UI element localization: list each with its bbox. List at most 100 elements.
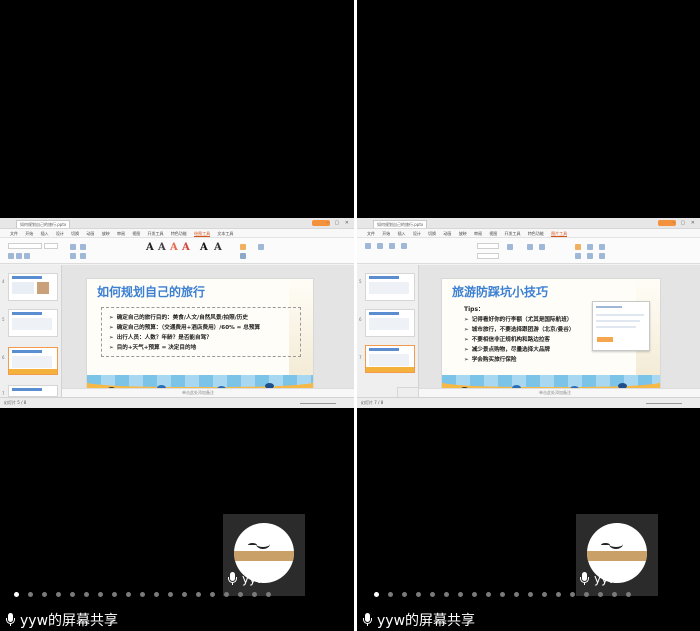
- slide-thumbnail[interactable]: [365, 309, 415, 337]
- page-dot[interactable]: [140, 591, 145, 597]
- align-icon[interactable]: [599, 244, 605, 250]
- menu-item[interactable]: 开始: [25, 231, 33, 236]
- page-dot[interactable]: [112, 591, 117, 597]
- page-dot[interactable]: [84, 591, 89, 597]
- notes-bar[interactable]: 单击此处添加备注: [419, 388, 700, 397]
- menu-item[interactable]: 文件: [10, 231, 18, 236]
- menu-item-active[interactable]: 图片工具: [551, 231, 568, 237]
- shared-screen[interactable]: 如何规划自己的旅行.pptx – ▢ ✕ 文件 开始 插入 设计 切换 动画 放…: [357, 218, 700, 408]
- crop-icon[interactable]: [377, 243, 383, 249]
- menu-item[interactable]: 放映: [102, 231, 110, 236]
- font-select[interactable]: [8, 243, 42, 249]
- page-dot[interactable]: [70, 591, 75, 597]
- page-dot[interactable]: [612, 591, 617, 597]
- underline-icon[interactable]: [24, 253, 30, 259]
- slide-thumbnail[interactable]: [8, 273, 58, 301]
- menu-item[interactable]: 视图: [132, 231, 140, 236]
- page-dot[interactable]: [416, 591, 421, 597]
- slide-thumbnail[interactable]: [8, 309, 58, 337]
- page-dot[interactable]: [388, 591, 393, 597]
- page-dot[interactable]: [238, 591, 243, 597]
- slide-bullet-list[interactable]: Tips： ➢ 记得看好你的行李额（尤其是国际航班） ➢ 城市旅行，不要选择跟团游（…: [464, 305, 574, 365]
- align-icon[interactable]: [70, 244, 76, 250]
- page-dot[interactable]: [210, 591, 215, 597]
- page-dot[interactable]: [430, 591, 435, 597]
- text-style-a-icon[interactable]: A: [214, 242, 222, 253]
- document-tab[interactable]: 如何规划自己的旅行.pptx: [373, 220, 427, 228]
- text-style-a-icon[interactable]: A: [200, 242, 208, 253]
- page-dot[interactable]: [556, 591, 561, 597]
- font-size-select[interactable]: [44, 243, 58, 249]
- menu-item[interactable]: 放映: [459, 231, 467, 236]
- page-dot[interactable]: [56, 591, 61, 597]
- page-dot[interactable]: [458, 591, 463, 597]
- menu-item[interactable]: 特色功能: [171, 231, 187, 236]
- menu-item[interactable]: 特色功能: [528, 231, 544, 236]
- zoom-slider[interactable]: [300, 403, 336, 404]
- page-dot[interactable]: [500, 591, 505, 597]
- menu-item[interactable]: 动画: [443, 231, 451, 236]
- picture-icon[interactable]: [365, 243, 371, 249]
- page-dot[interactable]: [126, 591, 131, 597]
- page-dot[interactable]: [626, 591, 631, 597]
- menu-item[interactable]: 设计: [56, 231, 64, 236]
- menu-item[interactable]: 文件: [367, 231, 375, 236]
- menu-item[interactable]: 开发工具: [505, 231, 521, 236]
- page-dot-active[interactable]: [14, 591, 19, 597]
- color-icon[interactable]: [527, 244, 533, 250]
- page-dot[interactable]: [182, 591, 187, 597]
- current-slide[interactable]: 如何规划自己的旅行 ➢ 确定自己的旅行目的：美食/人文/自然风景/拍照/历史 ➢ 确…: [86, 278, 314, 406]
- slide-thumbnail-active[interactable]: [365, 345, 415, 373]
- menu-item[interactable]: 审阅: [474, 231, 482, 236]
- menu-item[interactable]: 切换: [71, 231, 79, 236]
- text-outline-icon[interactable]: [240, 253, 246, 259]
- effects-icon[interactable]: [539, 244, 545, 250]
- page-dot[interactable]: [252, 591, 257, 597]
- slide-title[interactable]: 旅游防踩坑小技巧: [452, 283, 548, 300]
- lock-ratio-icon[interactable]: [507, 244, 513, 250]
- menu-item[interactable]: 切换: [428, 231, 436, 236]
- spacing-icon[interactable]: [80, 253, 86, 259]
- arrange-icon[interactable]: [258, 244, 264, 250]
- slide-bullet-list[interactable]: ➢ 确定自己的旅行目的：美食/人文/自然风景/拍照/历史 ➢ 确定自己的预算：（交通…: [109, 313, 260, 353]
- page-dot[interactable]: [168, 591, 173, 597]
- compress-icon[interactable]: [389, 243, 395, 249]
- menu-item[interactable]: 动画: [86, 231, 94, 236]
- menu-item[interactable]: 设计: [413, 231, 421, 236]
- menu-item[interactable]: 开发工具: [148, 231, 164, 236]
- rotate-icon[interactable]: [587, 244, 593, 250]
- text-style-a-icon[interactable]: A: [146, 242, 154, 253]
- text-style-a-icon[interactable]: A: [182, 242, 190, 253]
- list-icon[interactable]: [80, 244, 86, 250]
- menu-item[interactable]: 插入: [398, 231, 406, 236]
- slide-thumbnail[interactable]: [365, 273, 415, 301]
- slide-thumbnail-active[interactable]: [8, 347, 58, 375]
- page-dot[interactable]: [154, 591, 159, 597]
- page-dot[interactable]: [514, 591, 519, 597]
- italic-icon[interactable]: [16, 253, 22, 259]
- window-controls[interactable]: – ▢ ✕: [326, 220, 351, 226]
- page-dot[interactable]: [570, 591, 575, 597]
- menu-item[interactable]: 插入: [41, 231, 49, 236]
- menu-item[interactable]: 审阅: [117, 231, 125, 236]
- width-field[interactable]: [477, 253, 499, 259]
- text-style-a-icon[interactable]: A: [170, 242, 178, 253]
- slide-thumbnail-panel[interactable]: 4 5 6 7: [0, 265, 62, 397]
- bold-icon[interactable]: [8, 253, 14, 259]
- page-dot[interactable]: [224, 591, 229, 597]
- page-dot[interactable]: [28, 591, 33, 597]
- shared-screen[interactable]: 如何规划自己的旅行.pptx – ▢ ✕ 文件 开始 插入 设计 切换 动画 放…: [0, 218, 354, 408]
- notes-bar[interactable]: 单击此处添加备注: [62, 388, 354, 397]
- page-indicator[interactable]: [374, 590, 640, 598]
- reset-icon[interactable]: [401, 243, 407, 249]
- page-dot[interactable]: [402, 591, 407, 597]
- menu-item[interactable]: 文本工具: [217, 231, 233, 236]
- border-icon[interactable]: [575, 244, 581, 250]
- menu-item[interactable]: 视图: [489, 231, 497, 236]
- page-dot[interactable]: [472, 591, 477, 597]
- window-controls[interactable]: – ▢ ✕: [672, 220, 697, 226]
- indent-icon[interactable]: [70, 253, 76, 259]
- inserted-image[interactable]: [592, 301, 650, 351]
- page-dot[interactable]: [196, 591, 201, 597]
- current-slide[interactable]: 旅游防踩坑小技巧 Tips： ➢ 记得看好你的行李额（尤其是国际航班） ➢ 城市旅行…: [441, 278, 661, 406]
